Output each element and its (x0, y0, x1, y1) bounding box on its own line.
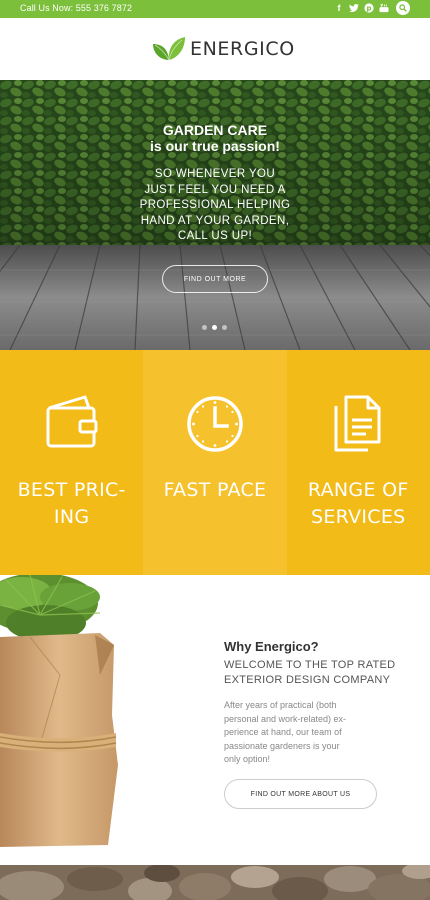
feature-range-of-services[interactable]: RANGE OF SERVICES (286, 350, 430, 575)
stones-background-image (0, 865, 430, 900)
feature-label: BEST PRIC- ING (0, 477, 143, 531)
facebook-icon[interactable]: f (334, 1, 344, 15)
leaf-icon (153, 37, 185, 61)
feature-label-line1: FAST PACE (163, 479, 267, 501)
slider-dot-3[interactable] (222, 325, 227, 330)
about-subtitle-line: EXTERIOR DESIGN COMPANY (224, 674, 391, 686)
feature-label-line2: ING (53, 506, 90, 528)
pinterest-icon[interactable]: p (364, 1, 374, 15)
about-text-line: passionate gardeners is your (224, 740, 340, 751)
phone-number: Call Us Now: 555 376 7872 (20, 3, 133, 13)
hero-subtitle-line: JUST FEEL YOU NEED A (144, 183, 286, 196)
hero-subtitle-line: PROFESSIONAL HELPING (139, 199, 291, 211)
hero-subtitle-line: CALL US UP! (177, 230, 253, 242)
twitter-icon[interactable] (349, 1, 359, 15)
search-button[interactable] (396, 1, 410, 15)
hero-subtitle-line: HAND AT YOUR GARDEN, (140, 214, 290, 227)
youtube-icon[interactable] (379, 1, 389, 15)
about-section: Why Energico? WELCOME TO THE TOP RATED E… (0, 575, 430, 865)
feature-label: FAST PACE (143, 477, 286, 504)
feature-label-line1: BEST PRIC- (17, 479, 126, 501)
search-icon (399, 4, 407, 12)
about-text-line: perience at hand, our team of (224, 727, 342, 737)
feature-label-line1: RANGE OF (307, 479, 409, 501)
hero-title: GARDEN CARE is our true passion! (0, 122, 430, 154)
hero-subtitle-line: SO WHENEVER YOU (154, 168, 276, 180)
hero-slider: GARDEN CARE is our true passion! SO WHEN… (0, 80, 430, 350)
about-subtitle: WELCOME TO THE TOP RATED EXTERIOR DESIGN… (224, 658, 414, 688)
pebbles-image (0, 865, 430, 900)
about-subtitle-line: WELCOME TO THE TOP RATED (224, 659, 396, 671)
social-links: f p (334, 1, 410, 15)
hero-title-line2: is our true passion! (150, 138, 280, 154)
clock-icon (187, 396, 243, 452)
top-bar: Call Us Now: 555 376 7872 f p (0, 0, 430, 18)
feature-fast-pace[interactable]: FAST PACE (143, 350, 287, 575)
svg-text:p: p (366, 5, 371, 13)
about-text-line: After years of practical (both (224, 700, 337, 710)
features-row: BEST PRIC- ING FAST PACE RANGE OF SERVIC… (0, 350, 430, 575)
slider-dot-2[interactable] (212, 325, 217, 330)
about-description: After years of practical (both personal … (224, 699, 374, 767)
about-text-line: personal and work-related) ex- (224, 713, 347, 724)
find-out-more-button[interactable]: FIND OUT MORE (162, 265, 268, 293)
hero-title-line1: GARDEN CARE (162, 122, 268, 138)
potted-plant-image (0, 575, 118, 847)
feature-label: RANGE OF SERVICES (287, 477, 430, 531)
slider-dot-1[interactable] (202, 325, 207, 330)
slider-dots (202, 325, 227, 330)
logo[interactable]: ENERGICO (152, 36, 295, 62)
site-header: ENERGICO (0, 18, 430, 80)
hero-subtitle: SO WHENEVER YOU JUST FEEL YOU NEED A PRO… (0, 167, 430, 245)
find-out-more-about-us-button[interactable]: FIND OUT MORE ABOUT US (224, 779, 377, 809)
about-text-line: only option! (224, 754, 271, 764)
feature-best-pricing[interactable]: BEST PRIC- ING (0, 350, 144, 575)
documents-icon (334, 395, 381, 452)
logo-text: ENERGICO (190, 38, 295, 60)
feature-label-line2: SERVICES (310, 506, 406, 528)
wallet-icon (46, 395, 98, 448)
about-title: Why Energico? (224, 639, 319, 654)
